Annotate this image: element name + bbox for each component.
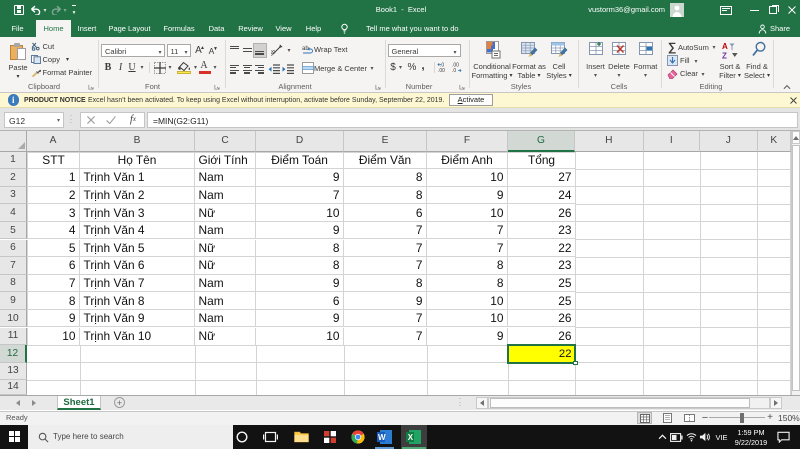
svg-text:.0: .0 <box>452 68 456 73</box>
svg-text:A: A <box>722 42 728 51</box>
svg-text:Z: Z <box>722 52 727 61</box>
svg-text:W: W <box>378 433 386 442</box>
svg-text:.00: .00 <box>438 68 445 73</box>
svg-text:X: X <box>408 433 414 442</box>
